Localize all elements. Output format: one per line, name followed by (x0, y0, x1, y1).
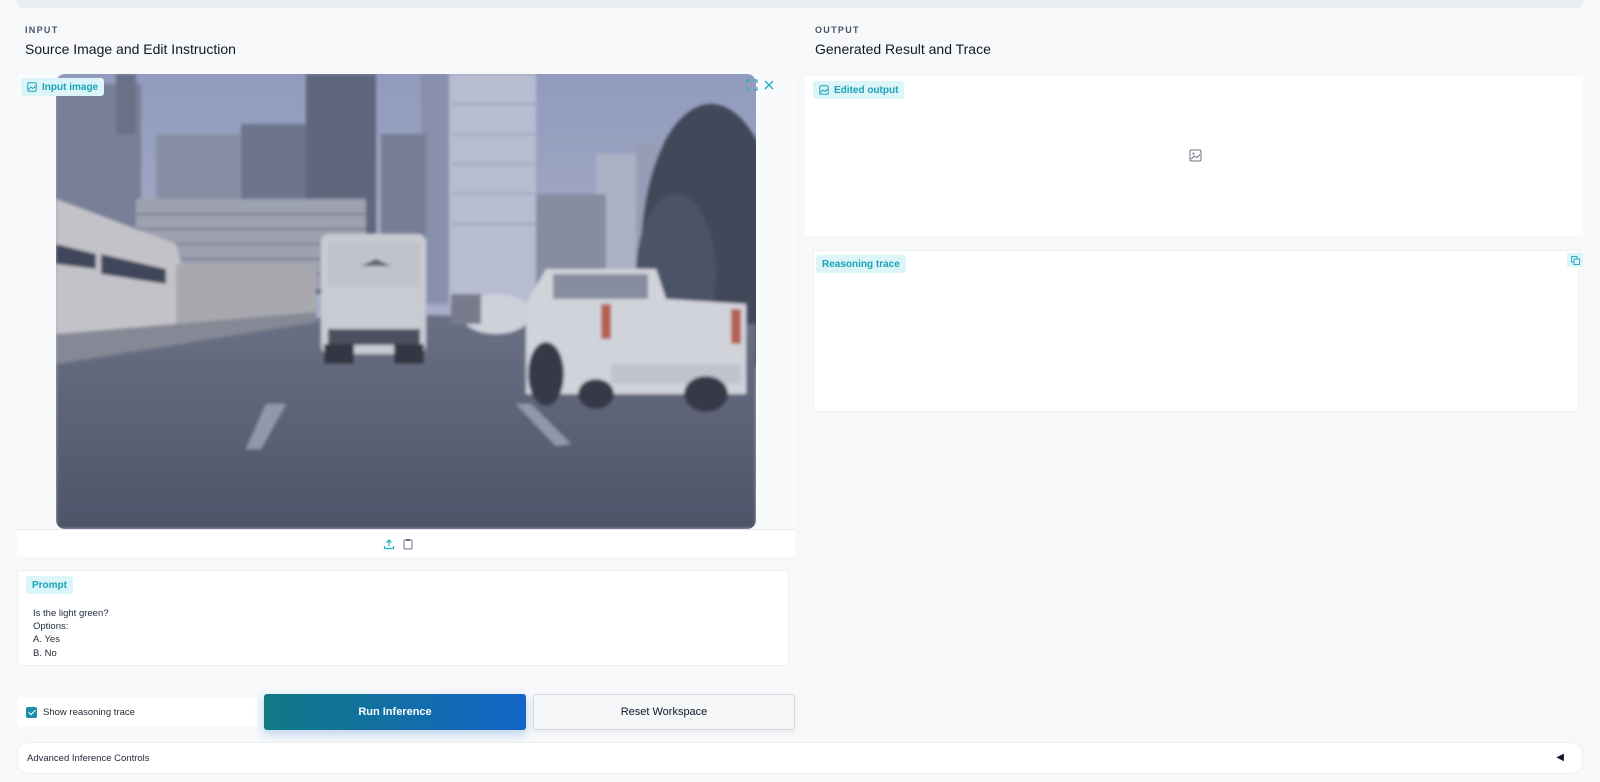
output-image-panel: Edited output (805, 76, 1583, 236)
prompt-panel[interactable]: Prompt Is the light green? Options: A. Y… (17, 570, 789, 666)
reasoning-trace-panel: Reasoning trace (813, 250, 1579, 412)
output-image-badge: Edited output (813, 81, 905, 99)
input-image-panel[interactable]: Input image (17, 74, 795, 557)
image-icon (819, 85, 829, 95)
image-toolbar (17, 529, 795, 557)
output-kicker: OUTPUT (815, 25, 860, 35)
upload-icon[interactable] (383, 537, 395, 555)
copy-icon[interactable] (1567, 253, 1583, 267)
output-heading: Generated Result and Trace (815, 41, 991, 57)
image-placeholder-icon (1189, 149, 1202, 167)
fullscreen-icon[interactable] (746, 79, 758, 94)
close-icon[interactable] (763, 79, 775, 94)
input-kicker: INPUT (25, 25, 59, 35)
prompt-badge: Prompt (26, 576, 73, 594)
prompt-textarea[interactable]: Is the light green? Options: A. Yes B. N… (33, 607, 109, 660)
clipboard-icon[interactable] (402, 537, 414, 555)
show-reasoning-checkbox[interactable] (26, 706, 37, 718)
output-image-label: Edited output (834, 84, 899, 96)
input-image-badge: Input image (21, 78, 105, 96)
input-heading: Source Image and Edit Instruction (25, 41, 236, 57)
input-image (56, 74, 756, 529)
prompt-label: Prompt (32, 579, 67, 591)
advanced-inference-controls[interactable]: Advanced Inference Controls ◀ (17, 742, 1583, 774)
top-bar (17, 0, 1583, 8)
advanced-inference-label: Advanced Inference Controls (27, 752, 150, 764)
reasoning-trace-label: Reasoning trace (822, 258, 900, 270)
input-image-label: Input image (42, 81, 99, 93)
run-inference-button[interactable]: Run Inference (264, 694, 526, 730)
show-reasoning-label: Show reasoning trace (43, 706, 135, 718)
image-icon (27, 82, 37, 92)
reasoning-trace-badge: Reasoning trace (816, 255, 906, 273)
show-reasoning-toggle[interactable]: Show reasoning trace (17, 697, 257, 727)
caret-left-icon[interactable]: ◀ (1556, 752, 1564, 763)
reset-workspace-button[interactable]: Reset Workspace (533, 694, 795, 730)
